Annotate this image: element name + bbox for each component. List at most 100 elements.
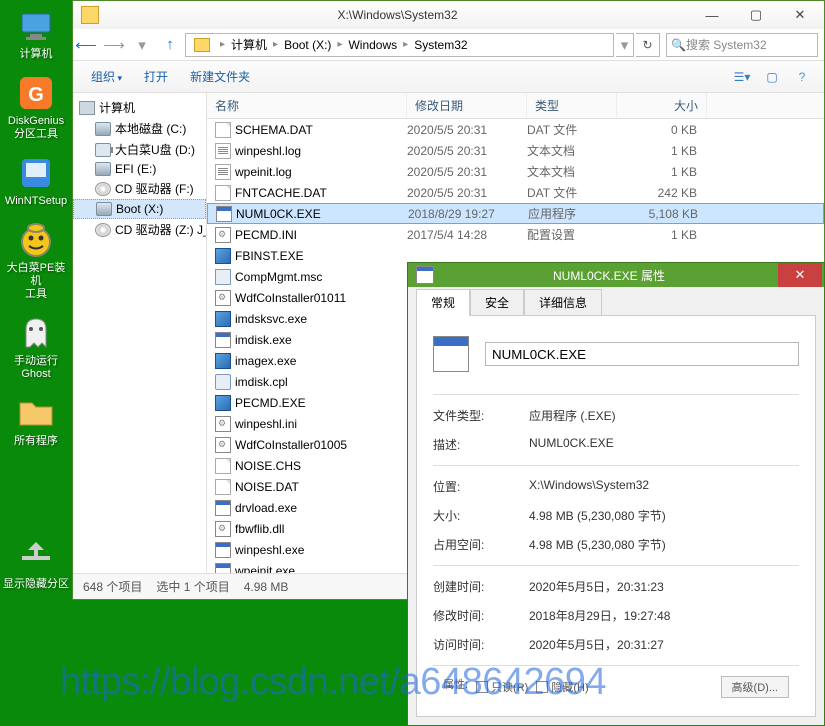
preview-pane-button[interactable]: ▢	[758, 65, 786, 89]
file-icon	[215, 479, 231, 495]
maximize-button[interactable]: ▢	[734, 4, 778, 26]
tree-item-6[interactable]: CD 驱动器 (Z:) J_CC	[73, 219, 206, 240]
list-header[interactable]: 名称 修改日期 类型 大小	[207, 93, 824, 119]
prop-row: 访问时间:2020年5月5日，20:31:27	[433, 630, 799, 659]
pc-icon	[79, 101, 95, 115]
crumb-separator[interactable]	[218, 39, 227, 50]
folder-tree[interactable]: 计算机本地磁盘 (C:)大白菜U盘 (D:)EFI (E:)CD 驱动器 (F:…	[73, 93, 207, 573]
file-icon	[215, 353, 231, 369]
tab-general[interactable]: 常规	[416, 289, 470, 316]
prop-row: 大小:4.98 MB (5,230,080 字节)	[433, 501, 799, 530]
item-count: 648 个项目	[83, 578, 142, 595]
crumb-2[interactable]: Windows	[344, 34, 401, 56]
prop-row: 创建时间:2020年5月5日，20:31:23	[433, 572, 799, 601]
tab-security[interactable]: 安全	[470, 289, 524, 316]
history-dropdown[interactable]: ▾	[129, 33, 155, 57]
file-icon	[215, 395, 231, 411]
desktop-icon-diskgenius[interactable]: GDiskGenius分区工具	[0, 67, 72, 147]
desktop-icon-pe-tool[interactable]: 大白菜PE装机工具	[0, 214, 72, 307]
search-input[interactable]: 🔍 搜索 System32	[666, 33, 818, 57]
app-icon	[416, 266, 434, 284]
view-button[interactable]: ☰▾	[728, 65, 756, 89]
file-icon	[215, 542, 231, 558]
tree-item-2[interactable]: 大白菜U盘 (D:)	[73, 139, 206, 160]
properties-title: NUML0CK.EXE 属性	[440, 267, 778, 284]
file-icon	[215, 185, 231, 201]
prop-row: 描述:NUML0CK.EXE	[433, 430, 799, 459]
prop-row: 占用空间:4.98 MB (5,230,080 字节)	[433, 530, 799, 559]
drive-icon	[95, 122, 111, 136]
svg-text:G: G	[28, 84, 44, 106]
file-row[interactable]: winpeshl.log2020/5/5 20:31文本文档1 KB	[207, 140, 824, 161]
desktop-icon-hide-partition[interactable]: 显示隐藏分区	[0, 530, 72, 597]
crumb-1[interactable]: Boot (X:)	[280, 34, 335, 56]
usb-icon	[95, 143, 111, 157]
crumb-separator[interactable]	[271, 39, 280, 50]
desktop: 计算机GDiskGenius分区工具WinNTSetup大白菜PE装机工具手动运…	[0, 0, 72, 726]
desktop-icon-winntsetup[interactable]: WinNTSetup	[0, 147, 72, 214]
crumb-0[interactable]: 计算机	[227, 34, 271, 56]
properties-titlebar[interactable]: NUML0CK.EXE 属性 ✕	[408, 263, 824, 287]
file-icon	[216, 206, 232, 222]
file-icon	[215, 416, 231, 432]
refresh-button[interactable]: ↻	[636, 33, 660, 57]
forward-button[interactable]: ⟶	[101, 33, 127, 57]
file-icon	[215, 332, 231, 348]
crumb-separator[interactable]	[401, 39, 410, 50]
file-row[interactable]: NUML0CK.EXE2018/8/29 19:27应用程序5,108 KB	[207, 203, 824, 224]
close-button[interactable]: ✕	[778, 4, 822, 26]
file-icon	[215, 521, 231, 537]
file-icon	[215, 122, 231, 138]
file-row[interactable]: SCHEMA.DAT2020/5/5 20:31DAT 文件0 KB	[207, 119, 824, 140]
tab-row: 常规 安全 详细信息	[416, 289, 816, 316]
breadcrumb[interactable]: 计算机 Boot (X:) Windows System32	[185, 33, 614, 57]
col-size[interactable]: 大小	[617, 93, 707, 118]
window-title: X:\Windows\System32	[105, 8, 690, 22]
cd-icon	[95, 223, 111, 237]
col-type[interactable]: 类型	[527, 93, 617, 118]
filename-field[interactable]	[485, 342, 799, 366]
file-icon	[215, 374, 231, 390]
file-row[interactable]: FNTCACHE.DAT2020/5/5 20:31DAT 文件242 KB	[207, 182, 824, 203]
file-icon	[215, 437, 231, 453]
cd-icon	[95, 182, 111, 196]
tab-content: 文件类型:应用程序 (.EXE)描述:NUML0CK.EXE 位置:X:\Win…	[416, 315, 816, 717]
crumb-separator[interactable]	[335, 39, 344, 50]
file-row[interactable]: PECMD.INI2017/5/4 14:28配置设置1 KB	[207, 224, 824, 245]
watermark: https://blog.csdn.net/a648642694	[60, 661, 606, 704]
file-icon	[215, 500, 231, 516]
new-folder-button[interactable]: 新建文件夹	[180, 64, 260, 89]
crumb-3[interactable]: System32	[410, 34, 471, 56]
advanced-button[interactable]: 高级(D)...	[721, 676, 789, 698]
organize-button[interactable]: 组织	[81, 64, 132, 89]
tree-item-5[interactable]: Boot (X:)	[73, 199, 206, 219]
command-bar: 组织 打开 新建文件夹 ☰▾ ▢ ?	[73, 61, 824, 93]
tree-item-0[interactable]: 计算机	[73, 97, 206, 118]
help-button[interactable]: ?	[788, 65, 816, 89]
selection-size: 4.98 MB	[244, 580, 289, 594]
tree-item-1[interactable]: 本地磁盘 (C:)	[73, 118, 206, 139]
back-button[interactable]: ⟵	[73, 33, 99, 57]
prop-row: 文件类型:应用程序 (.EXE)	[433, 401, 799, 430]
properties-close-button[interactable]: ✕	[778, 263, 822, 287]
desktop-icon-ghost[interactable]: 手动运行Ghost	[0, 307, 72, 387]
file-icon	[215, 269, 231, 285]
col-date[interactable]: 修改日期	[407, 93, 527, 118]
desktop-icon-programs[interactable]: 所有程序	[0, 387, 72, 454]
open-button[interactable]: 打开	[134, 64, 178, 89]
selection-count: 选中 1 个项目	[156, 578, 229, 595]
drive-icon	[96, 202, 112, 216]
minimize-button[interactable]: —	[690, 4, 734, 26]
up-button[interactable]: ↑	[157, 33, 183, 57]
drive-icon	[95, 162, 111, 176]
file-row[interactable]: wpeinit.log2020/5/5 20:31文本文档1 KB	[207, 161, 824, 182]
prop-row: 修改时间:2018年8月29日，19:27:48	[433, 601, 799, 630]
col-name[interactable]: 名称	[207, 93, 407, 118]
file-icon	[215, 248, 231, 264]
breadcrumb-dropdown[interactable]: ▾	[616, 33, 634, 57]
tree-item-3[interactable]: EFI (E:)	[73, 160, 206, 178]
desktop-icon-computer[interactable]: 计算机	[0, 0, 72, 67]
tree-item-4[interactable]: CD 驱动器 (F:)	[73, 178, 206, 199]
tab-details[interactable]: 详细信息	[524, 289, 602, 316]
titlebar: X:\Windows\System32 — ▢ ✕	[73, 1, 824, 29]
